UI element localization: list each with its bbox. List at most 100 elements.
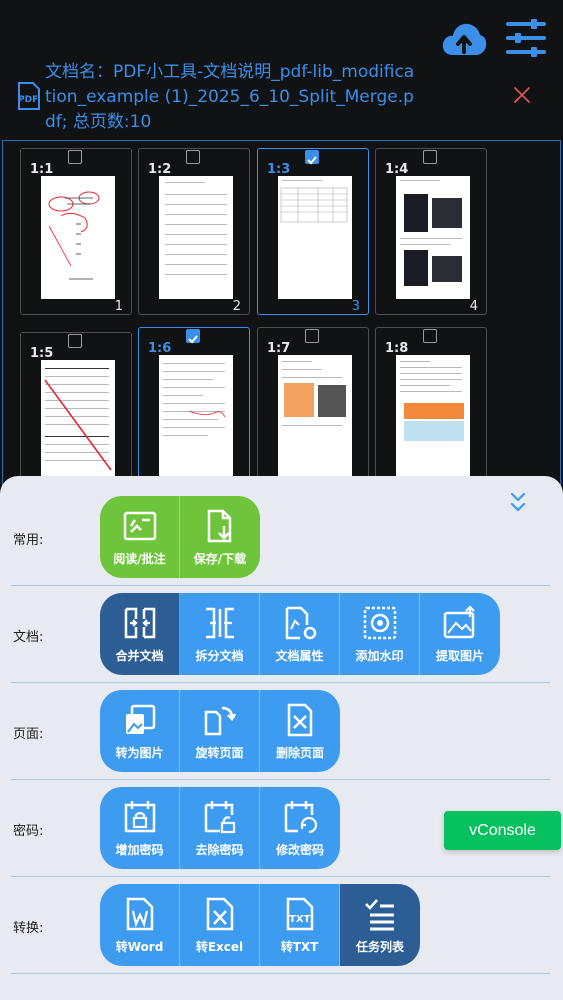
document-button-group: 合并文档 拆分文档 文档属性 添加水印 提取图片 (100, 593, 500, 675)
convert-to-image-button[interactable]: 转为图片 (100, 690, 180, 772)
page-thumbnail[interactable]: 1:5 (20, 332, 132, 499)
page-checkbox[interactable] (305, 329, 319, 343)
cloud-upload-icon[interactable] (441, 19, 487, 59)
delete-page-icon (287, 703, 313, 737)
thumbnail-label: 1:4 (385, 162, 409, 177)
chevron-double-down-icon[interactable] (509, 491, 527, 515)
page-thumbnail[interactable]: 1:4 4 (375, 148, 487, 315)
convert-txt-button[interactable]: TXT 转TXT (260, 884, 340, 966)
button-label: 转Excel (195, 940, 244, 954)
page-preview (159, 355, 233, 478)
button-label: 文档属性 (275, 649, 324, 663)
thumbnail-label: 1:5 (30, 346, 54, 361)
close-icon[interactable] (512, 85, 532, 105)
sliders-icon[interactable] (505, 17, 547, 59)
page-thumbnail[interactable]: 1:1 1 (20, 148, 132, 315)
convert-button-group: 转Word 转Excel TXT 转TXT 任务列表 (100, 884, 420, 966)
button-label: 转TXT (280, 940, 319, 954)
thumbnail-page-number: 4 (469, 299, 478, 314)
button-label: 旋转页面 (195, 746, 244, 760)
app-root: PDF 文档名：PDF小工具-文档说明_pdf-lib_modification… (0, 0, 563, 1000)
thumbnail-label: 1:1 (30, 162, 54, 177)
thumbnail-label: 1:8 (385, 341, 409, 356)
page-checkbox[interactable] (423, 329, 437, 343)
extract-image-button[interactable]: 提取图片 (420, 593, 500, 675)
thumbnail-label: 1:7 (267, 341, 291, 356)
page-checkbox[interactable] (186, 329, 200, 344)
thumbnail-label: 1:6 (148, 341, 172, 356)
row-label-password: 密码: (13, 824, 44, 839)
pdf-icon-label: PDF (18, 95, 38, 105)
add-watermark-button[interactable]: 添加水印 (340, 593, 420, 675)
row-label-document: 文档: (13, 630, 44, 645)
read-annotate-button[interactable]: 阅读/批注 (100, 496, 180, 578)
page-thumbnail[interactable]: 1:8 (375, 327, 487, 494)
page-preview (278, 355, 352, 478)
page-preview (41, 176, 115, 299)
page-checkbox[interactable] (68, 334, 82, 348)
page-checkbox[interactable] (68, 150, 82, 164)
vconsole-button[interactable]: vConsole (444, 811, 561, 850)
change-password-icon (284, 801, 318, 834)
word-icon (126, 897, 153, 931)
delete-page-button[interactable]: 删除页面 (260, 690, 340, 772)
page-thumbnail[interactable]: 1:6 (138, 327, 250, 494)
save-download-icon (207, 509, 232, 543)
task-list-icon (365, 899, 394, 931)
merge-document-button[interactable]: 合并文档 (100, 593, 180, 675)
txt-icon: TXT (286, 897, 313, 931)
page-checkbox[interactable] (423, 150, 437, 164)
add-password-icon (124, 801, 155, 833)
convert-excel-button[interactable]: 转Excel (180, 884, 260, 966)
button-label: 拆分文档 (195, 649, 244, 663)
button-label: 阅读/批注 (113, 552, 166, 566)
remove-password-button[interactable]: 去除密码 (180, 787, 260, 869)
button-label: 增加密码 (115, 843, 164, 857)
save-download-button[interactable]: 保存/下载 (180, 496, 260, 578)
divider (11, 779, 550, 780)
page-checkbox[interactable] (305, 150, 319, 165)
task-list-button[interactable]: 任务列表 (340, 884, 420, 966)
split-document-button[interactable]: 拆分文档 (180, 593, 260, 675)
common-button-group: 阅读/批注 保存/下载 (100, 496, 260, 578)
rotate-page-icon (204, 706, 236, 736)
document-title: 文档名：PDF小工具-文档说明_pdf-lib_modification_exa… (45, 62, 415, 132)
button-label: 添加水印 (355, 649, 404, 663)
to-image-icon (125, 704, 155, 734)
page-preview (159, 176, 233, 299)
change-password-button[interactable]: 修改密码 (260, 787, 340, 869)
page-preview (278, 176, 352, 299)
thumbnail-page-number: 2 (232, 299, 241, 314)
add-password-button[interactable]: 增加密码 (100, 787, 180, 869)
doc-properties-icon (285, 606, 316, 640)
check-icon (307, 156, 317, 165)
thumbnail-page-number: 3 (351, 299, 360, 314)
remove-password-icon (204, 801, 235, 834)
thumbnail-label: 1:3 (267, 162, 291, 177)
merge-icon (124, 607, 155, 639)
thumbnail-page-number: 1 (114, 299, 123, 314)
button-label: 删除页面 (275, 746, 324, 760)
button-label: 去除密码 (195, 843, 244, 857)
document-properties-button[interactable]: 文档属性 (260, 593, 340, 675)
excel-icon (206, 897, 233, 931)
button-label: 保存/下载 (193, 552, 247, 566)
page-thumbnail[interactable]: 1:2 2 (138, 148, 250, 315)
page-button-group: 转为图片 旋转页面 删除页面 (100, 690, 340, 772)
annotate-icon (123, 511, 156, 541)
page-checkbox[interactable] (186, 150, 200, 164)
row-label-common: 常用: (13, 533, 44, 548)
svg-text:TXT: TXT (289, 914, 311, 925)
page-preview (396, 176, 470, 299)
button-label: 合并文档 (115, 649, 164, 663)
row-label-page: 页面: (13, 727, 44, 742)
page-thumbnail[interactable]: 1:7 (257, 327, 369, 494)
convert-word-button[interactable]: 转Word (100, 884, 180, 966)
rotate-page-button[interactable]: 旋转页面 (180, 690, 260, 772)
button-label: 转为图片 (115, 746, 164, 760)
page-thumbnail[interactable]: 1:3 3 (257, 148, 369, 315)
pdf-file-icon: PDF (18, 82, 40, 110)
divider (11, 973, 550, 974)
split-icon (205, 607, 234, 639)
row-label-convert: 转换: (13, 921, 44, 936)
